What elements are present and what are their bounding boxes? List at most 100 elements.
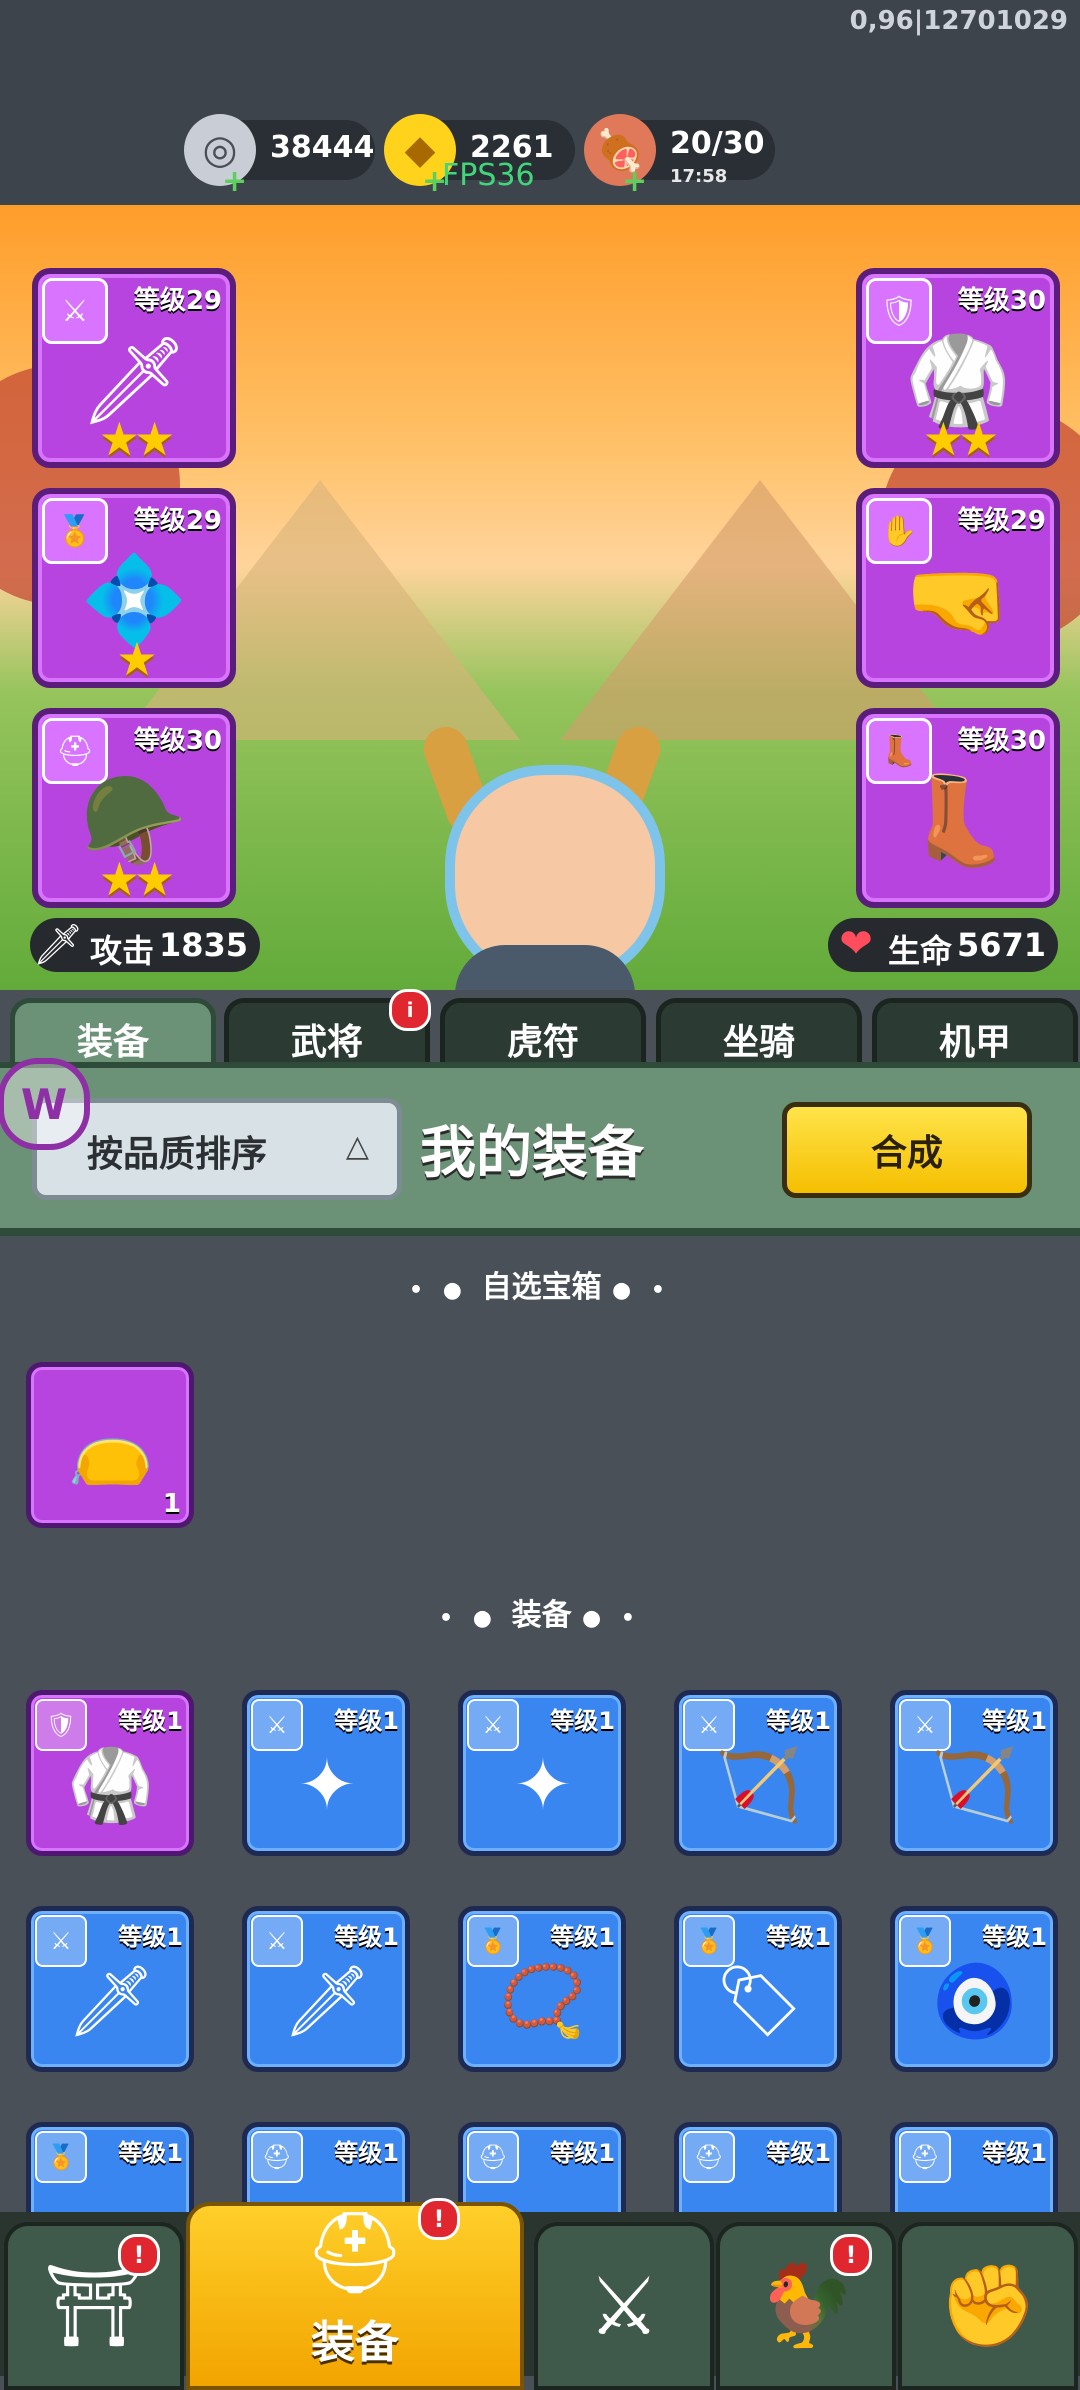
gold-gauntlet-icon: 🤜 (904, 550, 1012, 651)
alert-badge-icon: ! (830, 2234, 872, 2276)
slot-armor[interactable]: 🛡 等级30 🥋 ★★ (856, 268, 1060, 468)
dots-divider: ● • (612, 1278, 671, 1303)
slot-weapon[interactable]: ⚔ 等级29 🗡 ★★ (32, 268, 236, 468)
item-count: 1 (162, 1489, 181, 1519)
dots-divider: ● • (582, 1606, 641, 1631)
crossbow-icon: 🏹 (715, 1743, 803, 1826)
item-level: 等级1 (118, 1707, 183, 1735)
fist-icon: ✊ (938, 2259, 1038, 2352)
inventory-item[interactable]: ⚔ 等级1 🏹 (674, 1690, 842, 1856)
nav-upgrade[interactable]: ✊ (898, 2222, 1078, 2390)
silver-counter[interactable]: ◎ 38444 + (184, 114, 375, 199)
section-title: 自选宝箱 (481, 1270, 602, 1305)
hero-character[interactable] (395, 720, 685, 990)
slot-boots[interactable]: 👢 等级30 👢 (856, 708, 1060, 908)
item-level: 等级1 (766, 1707, 831, 1735)
slot-necklace[interactable]: 🏅 等级29 💠 ★ (32, 488, 236, 688)
attack-label: 攻击 (90, 932, 155, 970)
inventory-item[interactable]: 🏅 等级1 🏷 (674, 1906, 842, 2072)
item-level: 等级1 (550, 1923, 615, 1951)
info-badge-icon: i (389, 989, 431, 1031)
item-level: 等级1 (982, 1923, 1047, 1951)
chest-item[interactable]: 👝 1 (26, 1362, 194, 1528)
nav-equipment[interactable]: ⛑ ! 装备 (186, 2198, 524, 2390)
slot-level: 等级29 (133, 286, 222, 316)
inventory-item[interactable]: ⚔ 等级1 🗡 (26, 1906, 194, 2072)
alert-badge-icon: ! (418, 2198, 460, 2240)
slot-level: 等级29 (957, 506, 1046, 536)
plus-icon[interactable]: + (222, 164, 247, 199)
build-info: 0,96|12701029 (849, 6, 1068, 36)
nav-label: 装备 (311, 2317, 399, 2368)
merge-label: 合成 (870, 1133, 943, 1174)
treasure-bag-icon: 👝 (67, 1405, 155, 1488)
item-level: 等级1 (334, 1707, 399, 1735)
helmet-icon: ⛑ (467, 2131, 519, 2183)
heart-icon: ❤ (839, 921, 873, 967)
nav-gacha[interactable]: 🐓 ! (716, 2222, 896, 2390)
triangle-up-icon: △ (345, 1129, 369, 1164)
section-title: 装备 (511, 1598, 572, 1633)
inventory-item[interactable]: 🏅 等级1 🧿 (890, 1906, 1058, 2072)
inventory-item[interactable]: ⚔ 等级1 ✦ (458, 1690, 626, 1856)
attack-value: 1835 (158, 926, 248, 964)
tab-label: 机甲 (938, 1022, 1011, 1063)
health-value: 5671 (956, 926, 1046, 964)
plus-icon[interactable]: + (622, 164, 647, 199)
stamina-counter[interactable]: 🍖 20/30 17:58 + (584, 114, 775, 199)
bottom-nav: ⛩ ! ⛑ ! 装备 ⚔ 🐓 ! ✊ (0, 2198, 1080, 2390)
inventory-item[interactable]: 🛡 等级1 🥋 (26, 1690, 194, 1856)
alert-badge-icon: ! (118, 2234, 160, 2276)
star-rating: ★★ (922, 412, 999, 466)
helmet-icon: ⛑ (683, 2131, 735, 2183)
section-header-chest: • ● 自选宝箱 ● • (0, 1262, 1080, 1306)
red-boots-icon: 👢 (904, 770, 1012, 871)
page-title: 我的装备 (420, 1121, 644, 1186)
w-logo-icon[interactable]: W (0, 1058, 90, 1150)
merge-button[interactable]: 合成 (782, 1102, 1032, 1198)
stamina-timer: 17:58 (670, 166, 728, 187)
slot-gloves[interactable]: ✋ 等级29 🤜 (856, 488, 1060, 688)
dots-divider: • ● (409, 1278, 482, 1303)
item-level: 等级1 (118, 2139, 183, 2167)
health-stat: ❤ 生命 5671 (828, 918, 1058, 972)
health-label: 生命 (888, 932, 953, 970)
item-level: 等级1 (982, 2139, 1047, 2167)
hero-body (455, 945, 635, 990)
helmet-icon: ⛑ (304, 2206, 406, 2299)
item-level: 等级1 (334, 1923, 399, 1951)
slot-level: 等级29 (133, 506, 222, 536)
slot-level: 等级30 (133, 726, 222, 756)
nav-battle[interactable]: ⚔ (534, 2222, 714, 2390)
slot-level: 等级30 (957, 726, 1046, 756)
section-header-equipment: • ● 装备 ● • (0, 1590, 1080, 1634)
tab-label: 虎符 (506, 1022, 579, 1063)
shuriken-icon: ✦ (513, 1744, 573, 1826)
inventory-item[interactable]: ⚔ 等级1 🗡 (242, 1906, 410, 2072)
attack-stat: 🗡 攻击 1835 (30, 918, 260, 972)
amulet-icon: 🧿 (931, 1959, 1019, 2042)
shuriken-icon: ✦ (297, 1744, 357, 1826)
slot-helmet[interactable]: ⛑ 等级30 🪖 ★★ (32, 708, 236, 908)
inventory-item[interactable]: 🏅 等级1 📿 (458, 1906, 626, 2072)
equipment-panel-header: 按品质排序 △ W 我的装备 合成 (0, 1058, 1080, 1236)
blade-icon: 🗡 (282, 1959, 372, 2042)
dots-divider: • ● (439, 1606, 512, 1631)
silver-value: 38444 (270, 130, 375, 165)
inventory-item[interactable]: ⚔ 等级1 🏹 (890, 1690, 1058, 1856)
gold-armor-icon: 🥋 (67, 1743, 155, 1826)
helmet-icon: ⛑ (899, 2131, 951, 2183)
helmet-icon: ⛑ (251, 2131, 303, 2183)
sword-icon: 🗡 (32, 921, 84, 968)
fps-counter: FPS36 (442, 158, 535, 193)
top-bar: 0,96|12701029 ◎ 38444 + ◆ 2261 + 🍖 20/30… (0, 0, 1080, 205)
blade-icon: 🗡 (66, 1959, 156, 2042)
star-rating: ★ (116, 632, 157, 686)
item-level: 等级1 (334, 2139, 399, 2167)
category-tabs: 装备 武将 i 虎符 坐骑 机甲 (0, 989, 1080, 1075)
star-rating: ★★ (98, 852, 175, 906)
inventory-item[interactable]: ⚔ 等级1 ✦ (242, 1690, 410, 1856)
nav-shop[interactable]: ⛩ ! (4, 2222, 184, 2390)
medal-icon: 🏅 (35, 2131, 87, 2183)
tab-label: 装备 (76, 1022, 149, 1063)
